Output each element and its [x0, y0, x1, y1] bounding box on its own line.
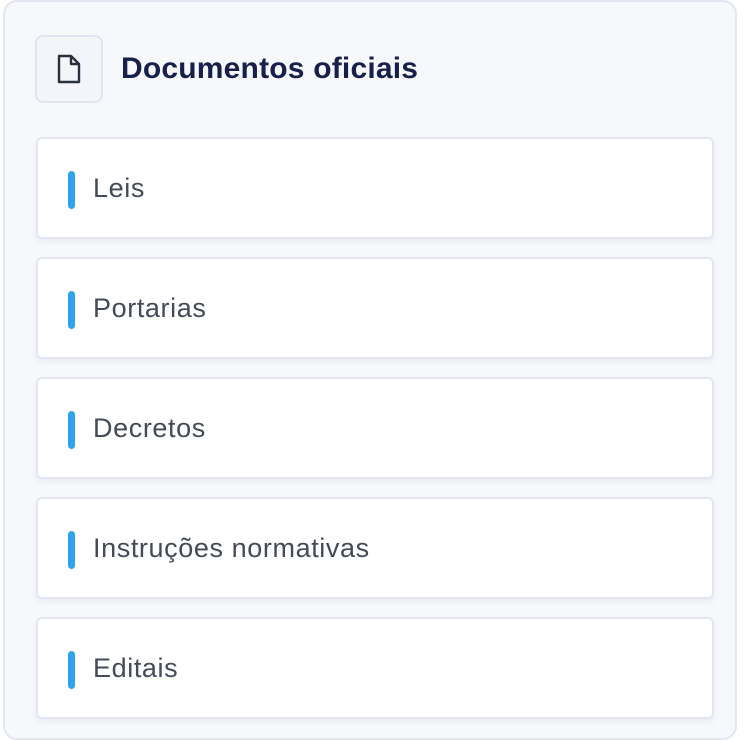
accent-bar: [68, 651, 75, 689]
documents-panel: Documentos oficiais Leis Portarias Decre…: [3, 0, 737, 740]
accent-bar: [68, 411, 75, 449]
list-item-label: Leis: [93, 173, 145, 203]
document-icon-glyph: [57, 54, 81, 84]
list-item-leis[interactable]: Leis: [36, 137, 714, 239]
panel-header: Documentos oficiais: [35, 33, 418, 105]
accent-bar: [68, 531, 75, 569]
document-category-list: Leis Portarias Decretos Instruções norma…: [36, 137, 714, 737]
list-item-decretos[interactable]: Decretos: [36, 377, 714, 479]
list-item-portarias[interactable]: Portarias: [36, 257, 714, 359]
list-item-label: Instruções normativas: [93, 533, 370, 563]
document-icon: [35, 35, 103, 103]
list-item-label: Decretos: [93, 413, 206, 443]
accent-bar: [68, 171, 75, 209]
accent-bar: [68, 291, 75, 329]
panel-title: Documentos oficiais: [121, 52, 419, 85]
list-item-instrucoes-normativas[interactable]: Instruções normativas: [36, 497, 714, 599]
list-item-label: Editais: [93, 653, 179, 683]
list-item-editais[interactable]: Editais: [36, 617, 714, 719]
list-item-label: Portarias: [93, 293, 207, 323]
